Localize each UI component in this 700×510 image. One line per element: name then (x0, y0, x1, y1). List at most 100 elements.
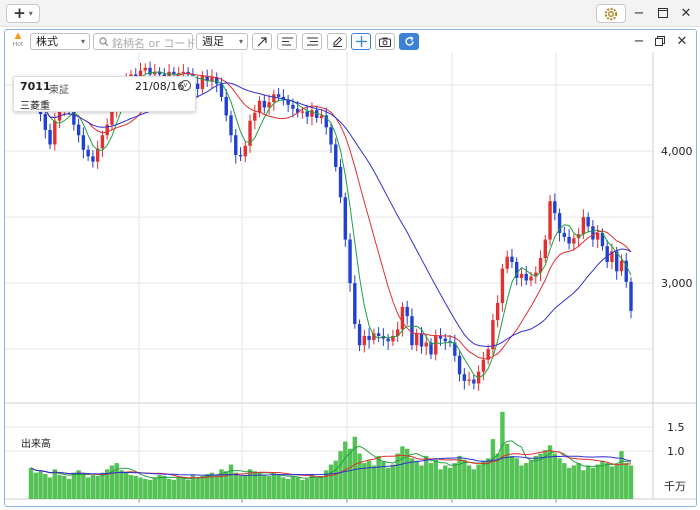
volume-bar (562, 463, 567, 499)
volume-bar (266, 476, 272, 499)
candle (405, 306, 409, 317)
volume-bar (466, 465, 472, 499)
candle (505, 256, 509, 269)
settings-button[interactable] (596, 4, 626, 23)
candle (581, 217, 586, 235)
text-align-icon (281, 37, 293, 46)
volume-bar (519, 465, 524, 499)
candle (553, 201, 557, 214)
chevron-down-icon[interactable]: v (180, 80, 191, 91)
volume-bar (433, 459, 438, 499)
candle (424, 342, 428, 347)
crosshair-button[interactable] (351, 33, 371, 50)
volume-bar (214, 475, 219, 499)
maximize-icon (658, 8, 668, 18)
draw-tool-button[interactable] (327, 33, 347, 50)
volume-bar (424, 455, 429, 499)
minimize-button[interactable]: − (630, 4, 648, 22)
hot-button[interactable]: ▲ Hot (10, 32, 26, 50)
add-window-button[interactable]: + ▾ (6, 4, 40, 23)
app-window: + ▾ − ✕ ▲ Hot 株式 ▾ 銘柄名 or コード 週足 ▾ − ✕ 4… (0, 0, 700, 510)
volume-bar (609, 466, 615, 499)
volume-bar (366, 460, 372, 499)
chevron-down-icon: ▾ (28, 9, 33, 18)
candle (143, 67, 147, 71)
list-tool-button[interactable] (302, 33, 322, 50)
restore-icon (655, 36, 665, 46)
candle (110, 110, 114, 125)
candle (519, 273, 524, 278)
period-select[interactable]: 週足 ▾ (196, 33, 248, 50)
volume-bar (71, 472, 77, 499)
candle (329, 127, 333, 145)
close-button[interactable]: ✕ (677, 4, 695, 22)
candle (524, 273, 528, 281)
panel-restore-button[interactable] (652, 33, 668, 49)
volume-bar (338, 451, 343, 499)
volume-bar (152, 477, 158, 499)
candle (457, 355, 462, 375)
volume-bar (595, 464, 600, 499)
candle (605, 246, 609, 262)
volume-bar (476, 464, 481, 499)
refresh-button[interactable] (399, 33, 419, 50)
volume-bar (290, 476, 296, 499)
volume-bar (295, 477, 300, 499)
symbol-search[interactable]: 銘柄名 or コード (93, 33, 196, 50)
maximize-button[interactable] (654, 4, 672, 22)
volume-bar (514, 458, 519, 499)
candle (410, 316, 414, 346)
candle (338, 166, 343, 198)
chart-toolbar: ▲ Hot 株式 ▾ 銘柄名 or コード 週足 ▾ − ✕ (5, 30, 696, 52)
candle (386, 338, 390, 342)
volume-bar (176, 477, 181, 499)
close-icon: ✕ (680, 5, 692, 21)
candle (591, 226, 595, 240)
panel-close-button[interactable]: ✕ (674, 33, 690, 49)
minimize-icon: − (633, 33, 645, 49)
panel-minimize-button[interactable]: − (631, 33, 647, 49)
volume-bar (400, 446, 405, 499)
trendline-button[interactable] (252, 33, 272, 50)
volume-tick-label: 1.5 (667, 421, 685, 434)
refresh-icon (404, 36, 414, 46)
volume-bar (528, 460, 534, 499)
candlestick-chart[interactable]: 4,0003,0001.51.0千万19/04/0119/10/0720/04/… (5, 52, 696, 510)
volume-bar (557, 458, 562, 499)
text-tool-button[interactable] (277, 33, 297, 50)
volume-bar (438, 469, 443, 499)
candle (357, 324, 362, 346)
candle (586, 217, 590, 227)
candle (105, 124, 109, 136)
chart-area[interactable]: 4,0003,0001.51.0千万19/04/0119/10/0720/04/… (5, 52, 696, 510)
screenshot-button[interactable] (375, 33, 395, 50)
volume-bar (462, 459, 467, 499)
volume-bar (143, 478, 148, 499)
chevron-down-icon: ▾ (238, 37, 243, 46)
volume-bar (585, 465, 591, 499)
volume-bar (600, 460, 605, 499)
candle (438, 335, 443, 339)
volume-bar (571, 465, 577, 499)
candle (400, 306, 405, 330)
volume-bar (500, 411, 505, 499)
volume-bar (300, 479, 305, 499)
candle (619, 260, 624, 272)
candle (86, 149, 90, 157)
symbol-info-box: 7011 東証 21/08/16 v 三菱重 (13, 76, 196, 112)
volume-bar (581, 470, 586, 499)
volume-bar (281, 477, 286, 499)
volume-bar (490, 439, 496, 499)
volume-bar (257, 472, 262, 499)
volume-bar (390, 464, 396, 499)
candle (548, 201, 552, 240)
volume-bar (304, 478, 310, 499)
volume-bar (238, 476, 243, 499)
candle (362, 335, 367, 346)
search-icon (99, 37, 109, 47)
market-select[interactable]: 株式 ▾ (30, 33, 90, 50)
candle (367, 335, 371, 340)
volume-panel-title: 出来高 (21, 439, 51, 450)
candle (415, 333, 419, 346)
candle (243, 145, 247, 157)
